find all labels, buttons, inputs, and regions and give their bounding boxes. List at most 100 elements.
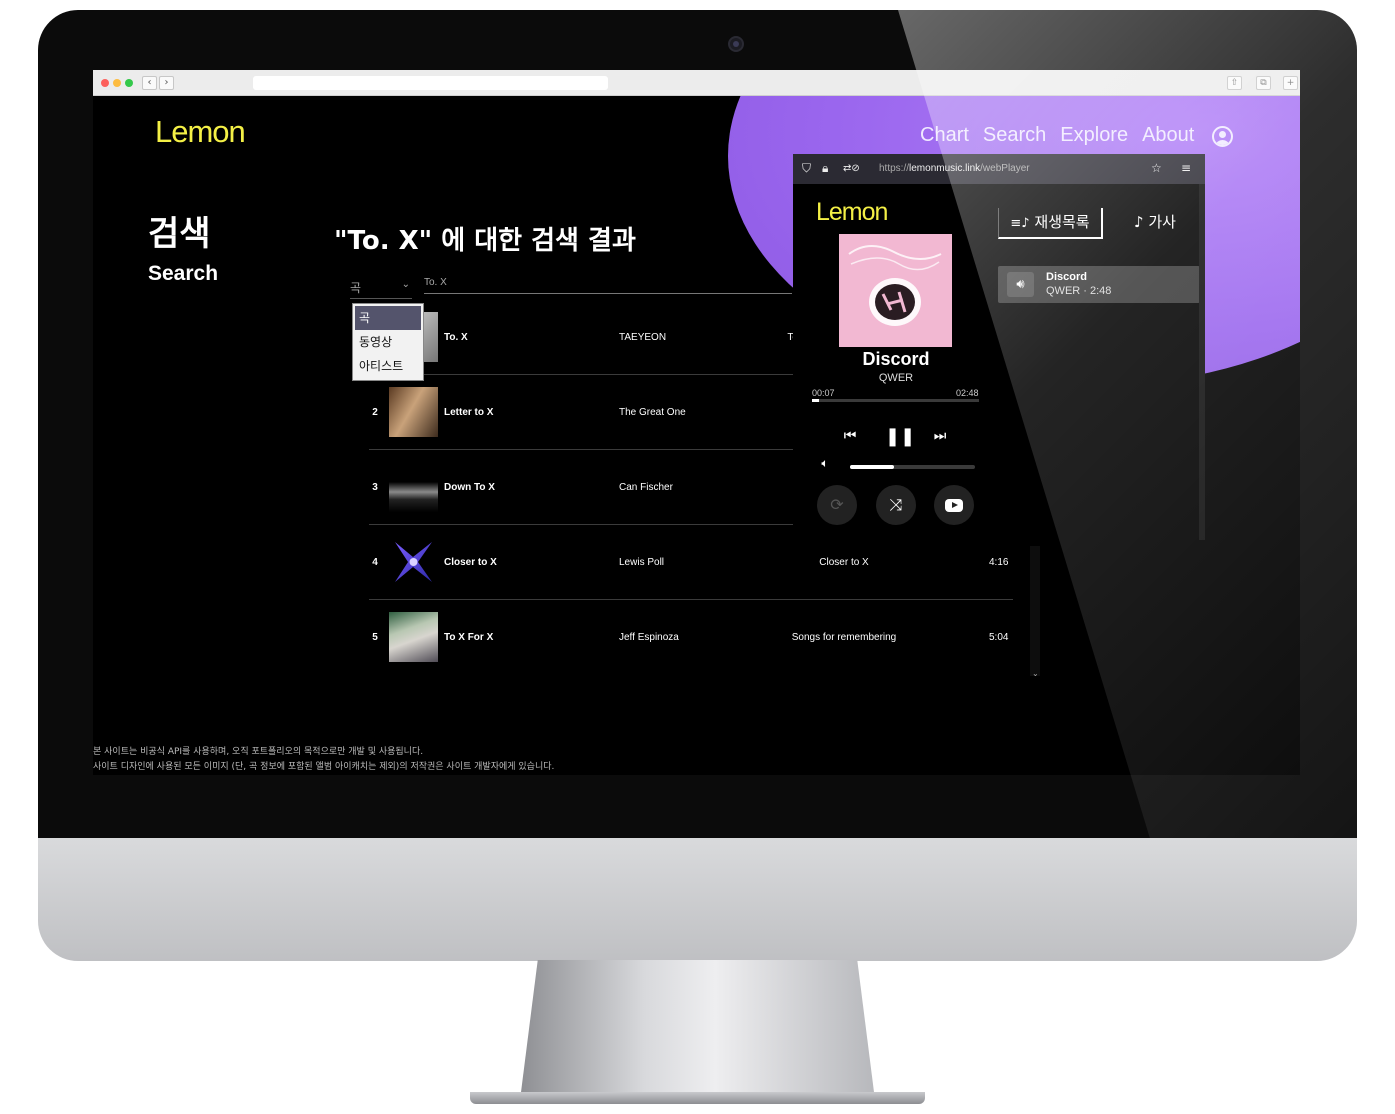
- forward-icon[interactable]: ›: [159, 76, 174, 90]
- now-playing-artist: QWER: [878, 372, 914, 384]
- dropdown-option-video[interactable]: 동영상: [355, 330, 421, 354]
- row-artist[interactable]: The Great One: [619, 375, 686, 450]
- row-number: 4: [372, 557, 378, 568]
- chevron-down-icon: ⌄: [401, 279, 410, 290]
- row-number: 5: [372, 632, 378, 643]
- row-number: 2: [372, 407, 378, 418]
- player-url-bar: ⛉ 🔒︎ ⇄⊘ https://lemonmusic.link/webPlaye…: [793, 154, 1205, 184]
- bookmark-star-icon[interactable]: ☆: [1151, 161, 1162, 175]
- row-title[interactable]: To X For X: [444, 600, 493, 675]
- shuffle-icon[interactable]: ⤨: [876, 485, 916, 525]
- user-circle-icon[interactable]: [1212, 126, 1233, 147]
- previous-track-icon[interactable]: ⏮︎: [840, 428, 860, 444]
- close-window-button[interactable]: [101, 79, 109, 87]
- queue-item-subtitle: QWER · 2:48: [1046, 285, 1112, 297]
- scroll-down-icon[interactable]: ⌄: [1032, 669, 1039, 678]
- shield-icon: ⛉: [802, 161, 812, 175]
- tab-queue[interactable]: ≡♪ 재생목록: [998, 208, 1103, 239]
- album-art: [389, 462, 438, 512]
- permissions-icon[interactable]: ⇄⊘: [843, 163, 860, 174]
- row-artist[interactable]: Lewis Poll: [619, 525, 664, 600]
- table-row[interactable]: 5 To X For X Jeff Espinoza Songs for rem…: [369, 600, 1013, 675]
- player-logo: Lemon: [816, 198, 888, 226]
- album-art: [389, 387, 438, 437]
- progress-fill: [812, 399, 819, 402]
- browser-window: ‹ › ⇧ ⧉ + Lemon Chart Search Explore Abo…: [93, 70, 1300, 775]
- nav-item-search[interactable]: Search: [983, 124, 1046, 147]
- search-type-value: 곡: [350, 281, 362, 295]
- address-bar[interactable]: [253, 76, 608, 90]
- nav-item-about[interactable]: About: [1142, 124, 1194, 147]
- browser-toolbar: ‹ › ⇧ ⧉ +: [93, 70, 1300, 96]
- monitor-chin: [38, 838, 1357, 961]
- elapsed-time: 00:07: [812, 388, 835, 398]
- camera-icon: [728, 36, 744, 52]
- album-art: [389, 537, 438, 587]
- album-cover: [839, 234, 952, 347]
- player-scrollbar[interactable]: [1199, 184, 1205, 540]
- zoom-window-button[interactable]: [125, 79, 133, 87]
- total-time: 02:48: [956, 388, 979, 398]
- sparkle-x-icon: [395, 542, 432, 582]
- volume-slider[interactable]: [850, 465, 975, 469]
- tab-lyrics-label: 가사: [1148, 213, 1176, 231]
- speaker-icon: 🔊︎: [1007, 272, 1034, 297]
- row-duration: 5:04: [989, 632, 1009, 643]
- row-number: 3: [372, 482, 378, 493]
- site-footer: 본 사이트는 비공식 API를 사용하며, 오직 포트폴리오의 목적으로만 개발…: [93, 745, 554, 775]
- nav-item-explore[interactable]: Explore: [1060, 124, 1128, 147]
- lock-icon: 🔒︎: [822, 161, 829, 175]
- volume-fill: [850, 465, 894, 469]
- row-title[interactable]: Letter to X: [444, 375, 493, 450]
- tabs-icon[interactable]: ⧉: [1256, 76, 1271, 90]
- results-scrollbar[interactable]: [1030, 546, 1040, 676]
- site-logo[interactable]: Lemon: [155, 114, 246, 150]
- url-domain: lemonmusic.link: [909, 163, 981, 174]
- web-player-window: ⛉ 🔒︎ ⇄⊘ https://lemonmusic.link/webPlaye…: [793, 154, 1205, 540]
- row-album[interactable]: Songs for remembering: [774, 600, 914, 675]
- page-title-ko: 검색: [148, 214, 211, 254]
- new-tab-icon[interactable]: +: [1283, 76, 1298, 90]
- progress-bar[interactable]: [812, 399, 979, 402]
- queue-item[interactable]: 🔊︎ Discord QWER · 2:48: [998, 266, 1200, 303]
- back-icon[interactable]: ‹: [142, 76, 157, 90]
- page-title-en: Search: [148, 262, 219, 285]
- monitor-stand-base: [470, 1092, 925, 1104]
- row-artist[interactable]: Jeff Espinoza: [619, 600, 679, 675]
- nav-item-chart[interactable]: Chart: [920, 124, 969, 147]
- pause-icon[interactable]: ❚❚: [885, 426, 915, 447]
- album-art: [389, 612, 438, 662]
- minimize-window-button[interactable]: [113, 79, 121, 87]
- row-artist[interactable]: TAEYEON: [619, 300, 666, 375]
- menu-icon[interactable]: ≡: [1181, 161, 1191, 175]
- now-playing-title: Discord: [862, 349, 930, 369]
- queue-list-icon: ≡♪: [1010, 216, 1030, 231]
- dropdown-option-song[interactable]: 곡: [355, 306, 421, 330]
- footer-line: 본 사이트는 비공식 API를 사용하며, 오직 포트폴리오의 목적으로만 개발…: [93, 747, 424, 757]
- monitor-stand: [520, 960, 875, 1100]
- main-nav: Chart Search Explore About: [920, 124, 1194, 147]
- volume-icon[interactable]: 🔈︎: [818, 456, 832, 471]
- dropdown-option-artist[interactable]: 아티스트: [355, 354, 421, 378]
- next-track-icon[interactable]: ⏭︎: [930, 428, 950, 444]
- row-title[interactable]: To. X: [444, 300, 468, 375]
- footer-line: 사이트 디자인에 사용된 모든 이미지 (단, 곡 정보에 포함된 앨범 아이캐…: [93, 762, 555, 772]
- result-heading: "To. X" 에 대한 검색 결과: [334, 226, 636, 256]
- url-path: /webPlayer: [980, 163, 1030, 174]
- tab-queue-label: 재생목록: [1034, 213, 1090, 231]
- row-title[interactable]: Closer to X: [444, 525, 497, 600]
- search-type-select[interactable]: 곡 ⌄: [350, 279, 412, 299]
- search-input[interactable]: To. X: [424, 276, 792, 294]
- share-icon[interactable]: ⇧: [1227, 76, 1242, 90]
- album-cover-art: [839, 234, 952, 347]
- row-title[interactable]: Down To X: [444, 450, 495, 525]
- youtube-icon[interactable]: [934, 485, 974, 525]
- lemon-page: Lemon Chart Search Explore About 검색 Sear…: [93, 96, 1300, 775]
- tab-lyrics[interactable]: ♪ 가사: [1123, 208, 1187, 239]
- player-url[interactable]: https://lemonmusic.link/webPlayer: [879, 163, 1030, 174]
- row-artist[interactable]: Can Fischer: [619, 450, 673, 525]
- url-scheme: https://: [879, 163, 910, 174]
- music-note-icon: ♪: [1134, 213, 1144, 231]
- search-type-dropdown: 곡 동영상 아티스트: [352, 303, 424, 381]
- repeat-icon[interactable]: ⟳: [817, 485, 857, 525]
